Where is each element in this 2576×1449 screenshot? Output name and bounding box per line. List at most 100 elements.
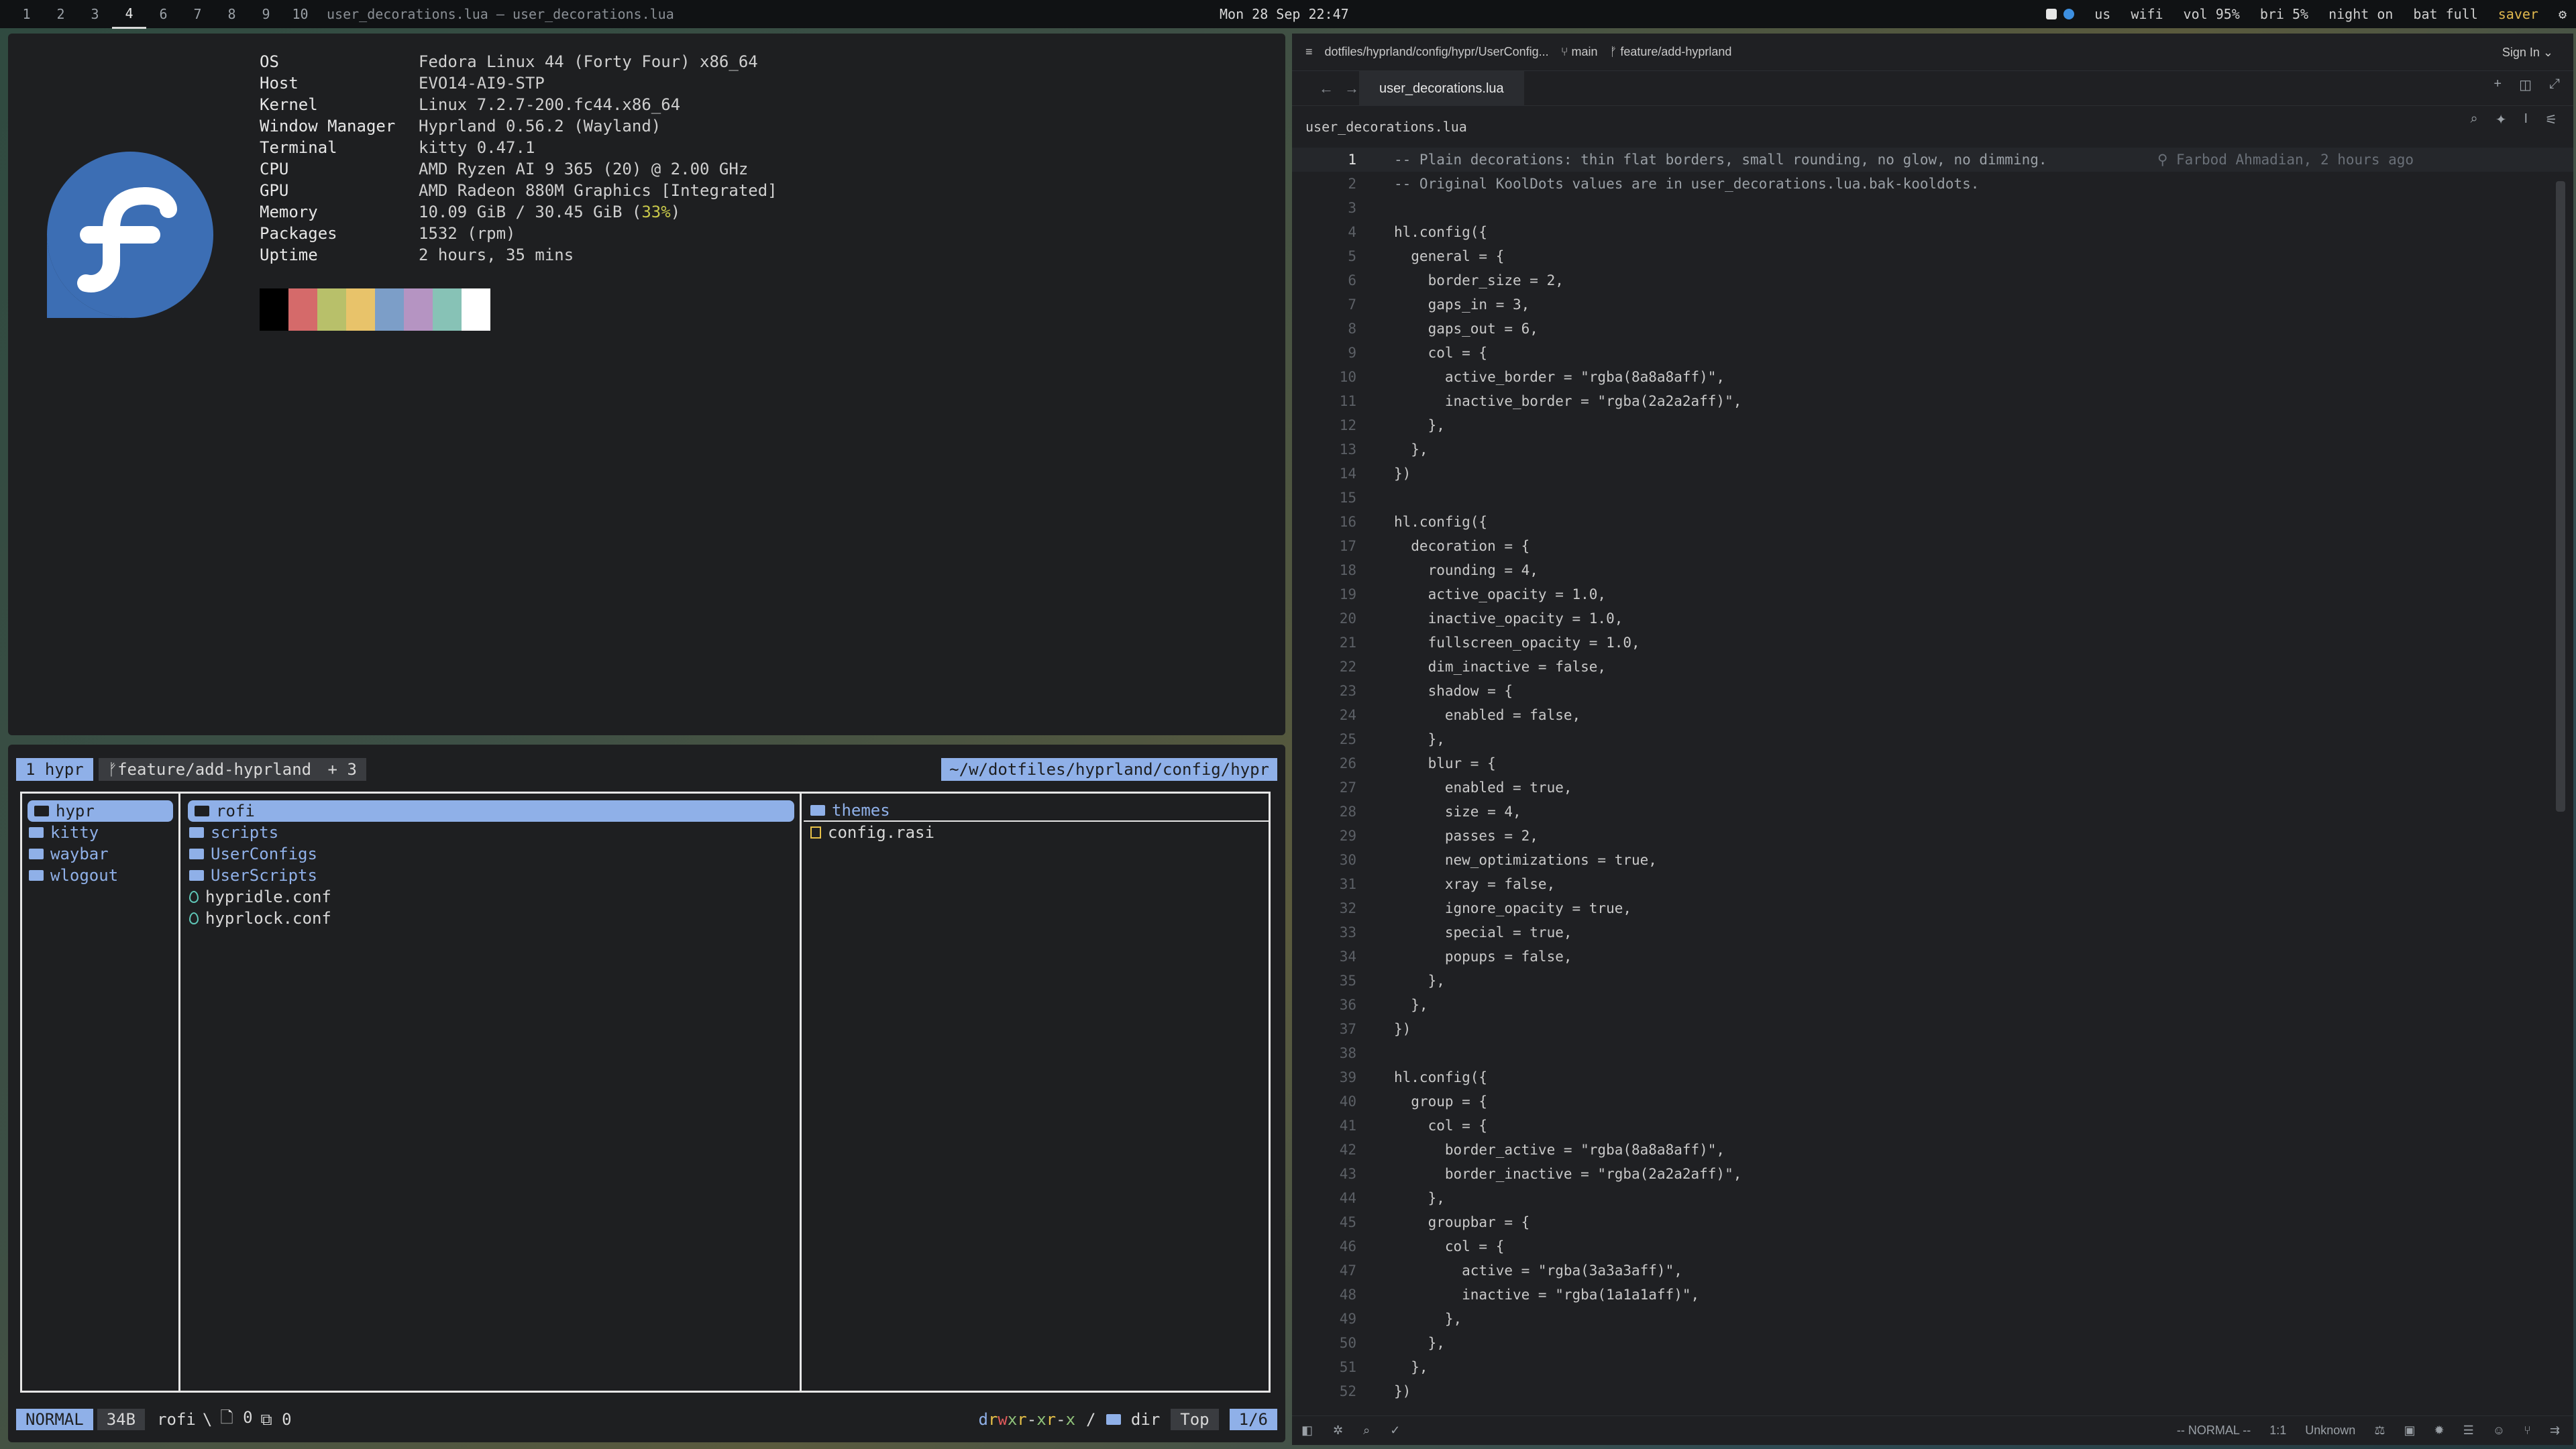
code-line[interactable]: 35 }, — [1292, 969, 2573, 993]
tab-hypr[interactable]: 1 hypr — [16, 758, 93, 781]
code-line[interactable]: 42 border_active = "rgba(8a8a8aff)", — [1292, 1138, 2573, 1162]
bug-icon[interactable]: ✹ — [2434, 1424, 2444, 1438]
brightness-status[interactable]: bri 5% — [2260, 6, 2308, 22]
line-number[interactable]: 4 — [1292, 220, 1356, 244]
workspace-button[interactable]: 2 — [44, 1, 78, 28]
code-line[interactable]: 26 blur = { — [1292, 751, 2573, 775]
code-line[interactable]: 28 size = 4, — [1292, 800, 2573, 824]
line-number[interactable]: 46 — [1292, 1234, 1356, 1258]
line-number[interactable]: 34 — [1292, 945, 1356, 969]
expand-icon[interactable]: ⤢ — [2549, 76, 2560, 93]
line-number[interactable]: 13 — [1292, 437, 1356, 462]
code-line[interactable]: 47 active = "rgba(3a3a3aff)", — [1292, 1258, 2573, 1283]
line-number[interactable]: 50 — [1292, 1331, 1356, 1355]
code-line[interactable]: 52}) — [1292, 1379, 2573, 1403]
code-line[interactable]: 40 group = { — [1292, 1089, 2573, 1114]
code-line[interactable]: 30 new_optimizations = true, — [1292, 848, 2573, 872]
line-number[interactable]: 41 — [1292, 1114, 1356, 1138]
line-number[interactable]: 11 — [1292, 389, 1356, 413]
line-number[interactable]: 31 — [1292, 872, 1356, 896]
folder-item[interactable]: scripts — [182, 822, 800, 843]
line-number[interactable]: 29 — [1292, 824, 1356, 848]
line-number[interactable]: 19 — [1292, 582, 1356, 606]
code-line[interactable]: 3 — [1292, 196, 2573, 220]
editor-scrollbar[interactable] — [2556, 181, 2565, 812]
line-number[interactable]: 38 — [1292, 1041, 1356, 1065]
line-number[interactable]: 16 — [1292, 510, 1356, 534]
file-breadcrumb[interactable]: user_decorations.lua — [1292, 106, 2573, 148]
outline-icon[interactable]: ☰ — [2463, 1424, 2474, 1438]
sparkle-icon[interactable]: ✦ — [2496, 111, 2507, 128]
battery-status[interactable]: bat full — [2413, 6, 2477, 22]
code-line[interactable]: 46 col = { — [1292, 1234, 2573, 1258]
line-number[interactable]: 21 — [1292, 631, 1356, 655]
line-number[interactable]: 43 — [1292, 1162, 1356, 1186]
line-number[interactable]: 7 — [1292, 292, 1356, 317]
code-line[interactable]: 1 -- Plain decorations: thin flat borders… — [1292, 148, 2573, 172]
code-line[interactable]: 6 border_size = 2, — [1292, 268, 2573, 292]
line-number[interactable]: 30 — [1292, 848, 1356, 872]
folder-item[interactable]: themes — [804, 800, 1269, 822]
code-line[interactable]: 38 — [1292, 1041, 2573, 1065]
project-breadcrumb[interactable]: dotfiles/hyprland/config/hypr/UserConfig… — [1325, 45, 1549, 59]
code-editor[interactable]: ≡ dotfiles/hyprland/config/hypr/UserConf… — [1292, 34, 2573, 1445]
code-line[interactable]: 33 special = true, — [1292, 920, 2573, 945]
code-line[interactable]: 20 inactive_opacity = 1.0, — [1292, 606, 2573, 631]
code-line[interactable]: 13 }, — [1292, 437, 2573, 462]
line-number[interactable]: 8 — [1292, 317, 1356, 341]
code-line[interactable]: 23 shadow = { — [1292, 679, 2573, 703]
line-number[interactable]: 12 — [1292, 413, 1356, 437]
line-number[interactable]: 47 — [1292, 1258, 1356, 1283]
line-number[interactable]: 33 — [1292, 920, 1356, 945]
code-line[interactable]: 14}) — [1292, 462, 2573, 486]
workspace-button[interactable]: 10 — [283, 1, 317, 28]
line-number[interactable]: 51 — [1292, 1355, 1356, 1379]
code-line[interactable]: 32 ignore_opacity = true, — [1292, 896, 2573, 920]
code-line[interactable]: 2 -- Original KoolDots values are in user… — [1292, 172, 2573, 196]
panel-icon[interactable]: ⇉ — [2550, 1424, 2560, 1438]
code-line[interactable]: 11 inactive_border = "rgba(2a2a2aff)", — [1292, 389, 2573, 413]
search-icon[interactable]: ⌕ — [2471, 111, 2478, 128]
code-line[interactable]: 27 enabled = true, — [1292, 775, 2573, 800]
code-line[interactable]: 15 — [1292, 486, 2573, 510]
code-line[interactable]: 37}) — [1292, 1017, 2573, 1041]
power-icon[interactable]: ⚙ — [2559, 6, 2567, 22]
line-number[interactable]: 9 — [1292, 341, 1356, 365]
menu-icon[interactable]: ≡ — [1305, 45, 1313, 59]
file-item[interactable]: hyprlock.conf — [182, 908, 800, 929]
diagnostics-icon[interactable]: ⚖ — [2374, 1424, 2385, 1438]
code-line[interactable]: 18 rounding = 4, — [1292, 558, 2573, 582]
cursor-icon[interactable]: I — [2524, 111, 2528, 128]
line-number[interactable]: 24 — [1292, 703, 1356, 727]
code-line[interactable]: 22 dim_inactive = false, — [1292, 655, 2573, 679]
line-number[interactable]: 32 — [1292, 896, 1356, 920]
code-area[interactable]: 1 -- Plain decorations: thin flat borders… — [1292, 148, 2573, 1403]
folder-item[interactable]: waybar — [22, 843, 178, 865]
tray-app-icon[interactable] — [2046, 9, 2057, 19]
line-number[interactable]: 3 — [1292, 196, 1356, 220]
git-icon[interactable]: ⑂ — [2524, 1424, 2531, 1438]
code-line[interactable]: 41 col = { — [1292, 1114, 2573, 1138]
code-line[interactable]: 43 border_inactive = "rgba(2a2a2aff)", — [1292, 1162, 2573, 1186]
folder-item[interactable]: hypr — [28, 800, 173, 822]
code-line[interactable]: 34 popups = false, — [1292, 945, 2573, 969]
code-line[interactable]: 44 }, — [1292, 1186, 2573, 1210]
code-line[interactable]: 12 }, — [1292, 413, 2573, 437]
line-number[interactable]: 52 — [1292, 1379, 1356, 1403]
line-number[interactable]: 39 — [1292, 1065, 1356, 1089]
line-number[interactable]: 25 — [1292, 727, 1356, 751]
cursor-position[interactable]: 1:1 — [2269, 1424, 2286, 1438]
line-number[interactable]: 15 — [1292, 486, 1356, 510]
line-number[interactable]: 35 — [1292, 969, 1356, 993]
line-number[interactable]: 45 — [1292, 1210, 1356, 1234]
line-number[interactable]: 26 — [1292, 751, 1356, 775]
back-arrow-icon[interactable]: ← — [1319, 80, 1334, 97]
clock[interactable]: Mon 28 Sep 22:47 — [1220, 0, 1349, 28]
code-line[interactable]: 17 decoration = { — [1292, 534, 2573, 558]
split-icon[interactable]: ◫ — [2519, 76, 2532, 93]
code-line[interactable]: 25 }, — [1292, 727, 2573, 751]
file-item[interactable]: hypridle.conf — [182, 886, 800, 908]
code-line[interactable]: 45 groupbar = { — [1292, 1210, 2573, 1234]
line-number[interactable]: 44 — [1292, 1186, 1356, 1210]
code-line[interactable]: 49 }, — [1292, 1307, 2573, 1331]
